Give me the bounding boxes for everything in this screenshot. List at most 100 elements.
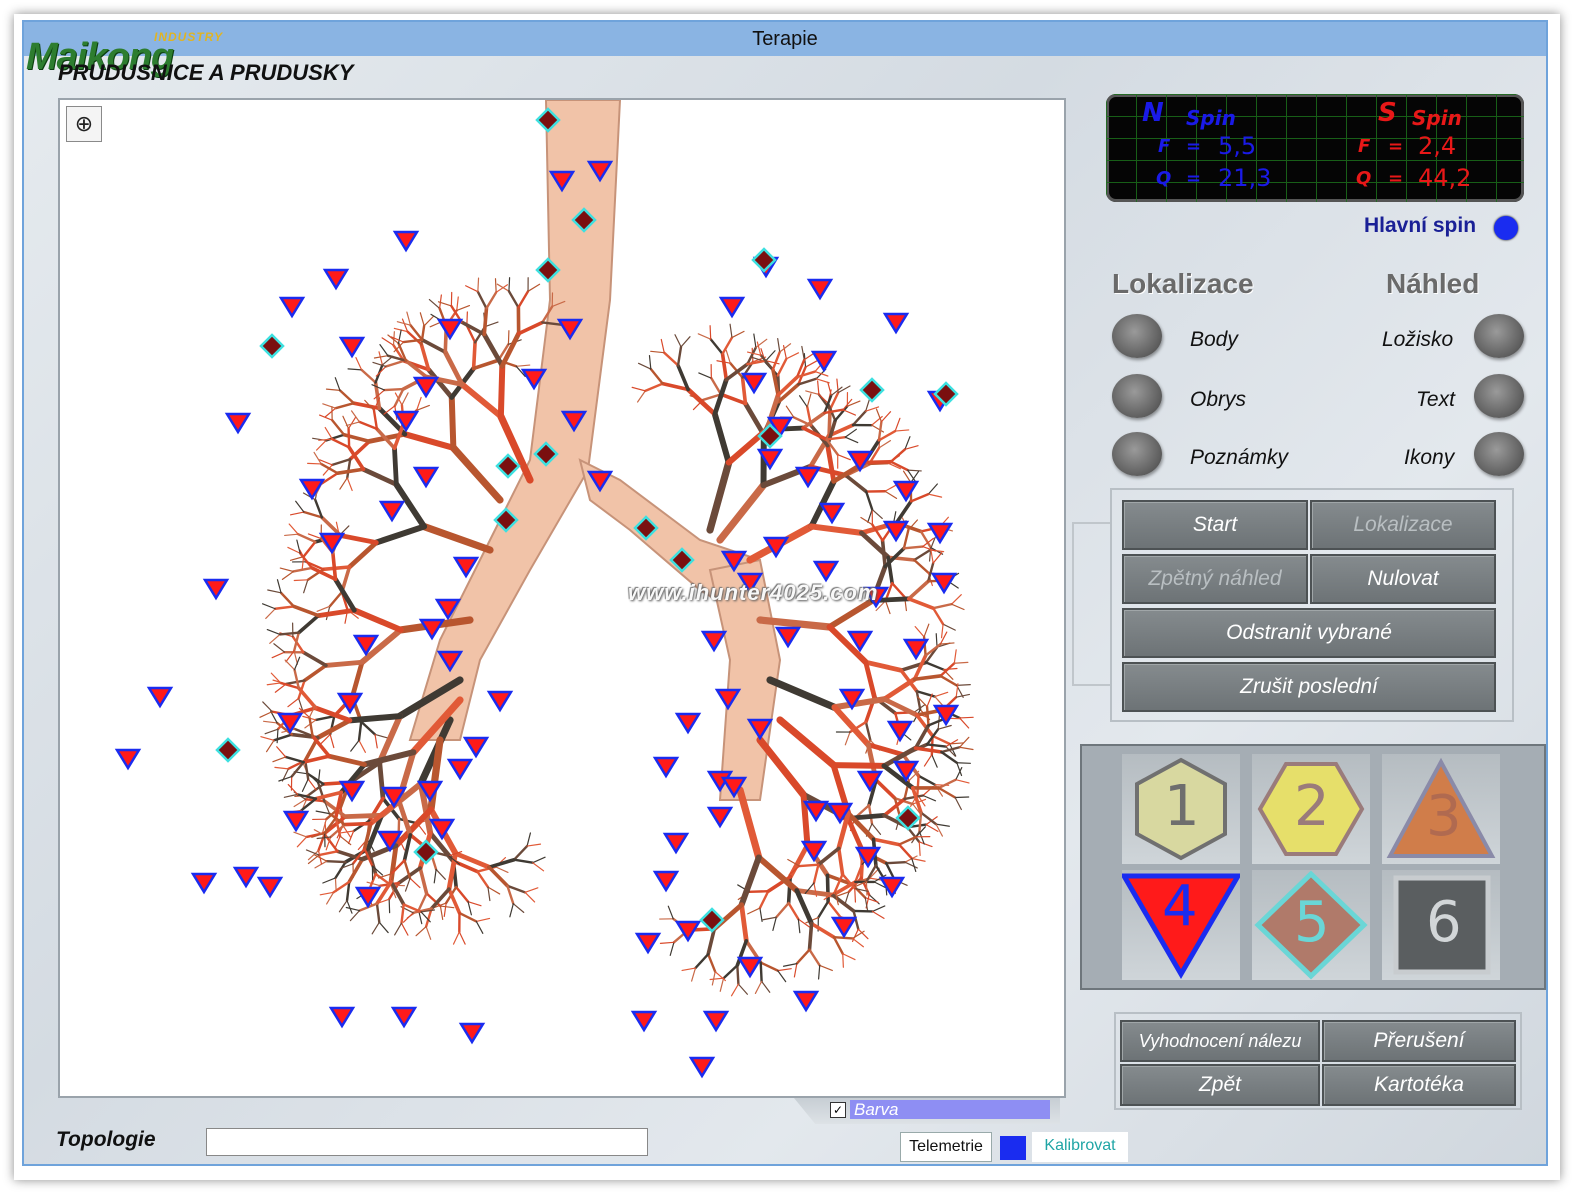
zpet-button[interactable]: Zpět <box>1120 1064 1320 1106</box>
marker-triangle <box>806 278 834 301</box>
bronchiole <box>884 490 898 499</box>
text-toggle[interactable] <box>1474 374 1524 418</box>
topologie-input[interactable] <box>206 1128 648 1156</box>
bronchiole <box>669 941 675 956</box>
zpetny-nahled-button[interactable]: Zpětný náhled <box>1122 554 1308 604</box>
bronchiole <box>274 605 296 610</box>
bronchiole <box>819 964 833 972</box>
bronchiole <box>319 891 335 896</box>
symbol-4[interactable]: 4 <box>1119 870 1243 980</box>
bronchiole <box>904 436 911 450</box>
lokalizace-button[interactable]: Lokalizace <box>1310 500 1496 550</box>
bronchiole <box>877 420 883 442</box>
bronchiole <box>509 903 514 918</box>
symbol-3[interactable]: 3 <box>1382 754 1500 864</box>
marker-triangle <box>702 1010 730 1033</box>
bronchiole <box>955 779 970 784</box>
bronchiole <box>927 483 938 495</box>
bronchiole <box>495 284 509 293</box>
bronchiole <box>273 643 286 653</box>
ikony-label: Ikony <box>1404 446 1455 469</box>
bronchiole <box>865 490 874 511</box>
bronchiole <box>396 798 413 838</box>
bronchiole <box>761 980 771 993</box>
bronchiole <box>384 359 406 368</box>
bronchiole <box>313 451 322 465</box>
bronchiole <box>806 393 812 408</box>
bronchiole <box>832 935 844 955</box>
bronchiole <box>685 387 718 417</box>
bronchiole <box>720 352 729 382</box>
bronchiole <box>443 902 447 918</box>
lozisko-toggle[interactable] <box>1474 314 1524 358</box>
bronchiole <box>956 684 971 687</box>
symbol-2[interactable]: 2 <box>1252 754 1370 864</box>
bronchiole <box>912 674 943 682</box>
symbol-1[interactable]: 1 <box>1122 754 1240 864</box>
barva-toggle[interactable]: ✓ Barva <box>794 1098 1060 1124</box>
zrusit-posledni-button[interactable]: Zrušit poslední <box>1122 662 1496 712</box>
telemetrie-button[interactable]: Telemetrie <box>900 1132 992 1162</box>
bronchiole <box>925 743 948 748</box>
bronchiole <box>495 866 509 874</box>
bronchiole <box>830 762 887 769</box>
bronchiole <box>865 397 871 412</box>
bronchiole <box>326 753 367 767</box>
bronchiole <box>330 418 346 436</box>
bronchiole <box>725 349 731 364</box>
bronchiole <box>954 796 962 811</box>
obrys-toggle[interactable] <box>1112 374 1162 418</box>
barva-checkbox[interactable]: ✓ <box>830 1102 846 1118</box>
start-button[interactable]: Start <box>1122 500 1308 550</box>
odstranit-vybrane-button[interactable]: Odstranit vybrané <box>1122 608 1496 658</box>
bronchiole <box>775 901 790 919</box>
bronchiole <box>937 778 957 790</box>
bronchiole <box>711 971 716 986</box>
vyhodnoceni-button[interactable]: Vyhodnocení nálezu <box>1120 1020 1320 1062</box>
bronchiole <box>315 810 331 815</box>
bronchiole <box>360 720 377 736</box>
bronchiole <box>325 859 347 864</box>
kalibrovat-button[interactable]: Kalibrovat <box>1032 1132 1128 1162</box>
bronchiole <box>272 756 287 763</box>
kartoteka-button[interactable]: Kartotéka <box>1322 1064 1516 1106</box>
marker-triangle <box>792 990 820 1013</box>
organ-view[interactable]: ⊕ www.ihunter4025.com <box>58 98 1066 1098</box>
north-f-value: 5,5 <box>1218 132 1257 160</box>
bronchiole <box>289 556 305 561</box>
bronchiole <box>812 863 820 885</box>
north-f-eq: = <box>1186 136 1202 157</box>
south-f-value: 2,4 <box>1418 132 1457 160</box>
bronchiole <box>302 540 317 558</box>
bronchiole <box>326 891 335 905</box>
lungs-illustration[interactable] <box>60 100 1064 1096</box>
bronchiole <box>467 901 482 907</box>
north-q-value: 21,3 <box>1218 164 1272 192</box>
bronchiole <box>894 429 910 432</box>
bronchiole <box>923 623 930 638</box>
bronchiole <box>334 377 341 391</box>
marker-diamond <box>215 737 241 763</box>
ikony-toggle[interactable] <box>1474 432 1524 476</box>
preruseni-button[interactable]: Přerušení <box>1322 1020 1516 1062</box>
poznamky-toggle[interactable] <box>1112 432 1162 476</box>
bronchiole <box>842 409 857 416</box>
bronchiole <box>863 659 904 673</box>
bronchiole <box>319 462 339 475</box>
bronchiole <box>747 907 761 915</box>
bronchiole <box>409 323 424 342</box>
nulovat-button[interactable]: Nulovat <box>1310 554 1496 604</box>
zoom-icon[interactable]: ⊕ <box>66 106 102 142</box>
bronchiole <box>345 880 351 902</box>
bronchiole <box>880 411 892 423</box>
bronchiole <box>731 330 745 339</box>
bronchiole <box>515 364 531 367</box>
bronchiole <box>777 970 787 983</box>
bronchiole <box>409 877 421 889</box>
symbol-6[interactable]: 6 <box>1382 870 1500 980</box>
bronchiole <box>931 734 951 746</box>
bronchiole <box>711 411 732 466</box>
symbol-5[interactable]: 5 <box>1252 870 1370 980</box>
body-toggle[interactable] <box>1112 314 1162 358</box>
bronchiole <box>263 720 278 724</box>
